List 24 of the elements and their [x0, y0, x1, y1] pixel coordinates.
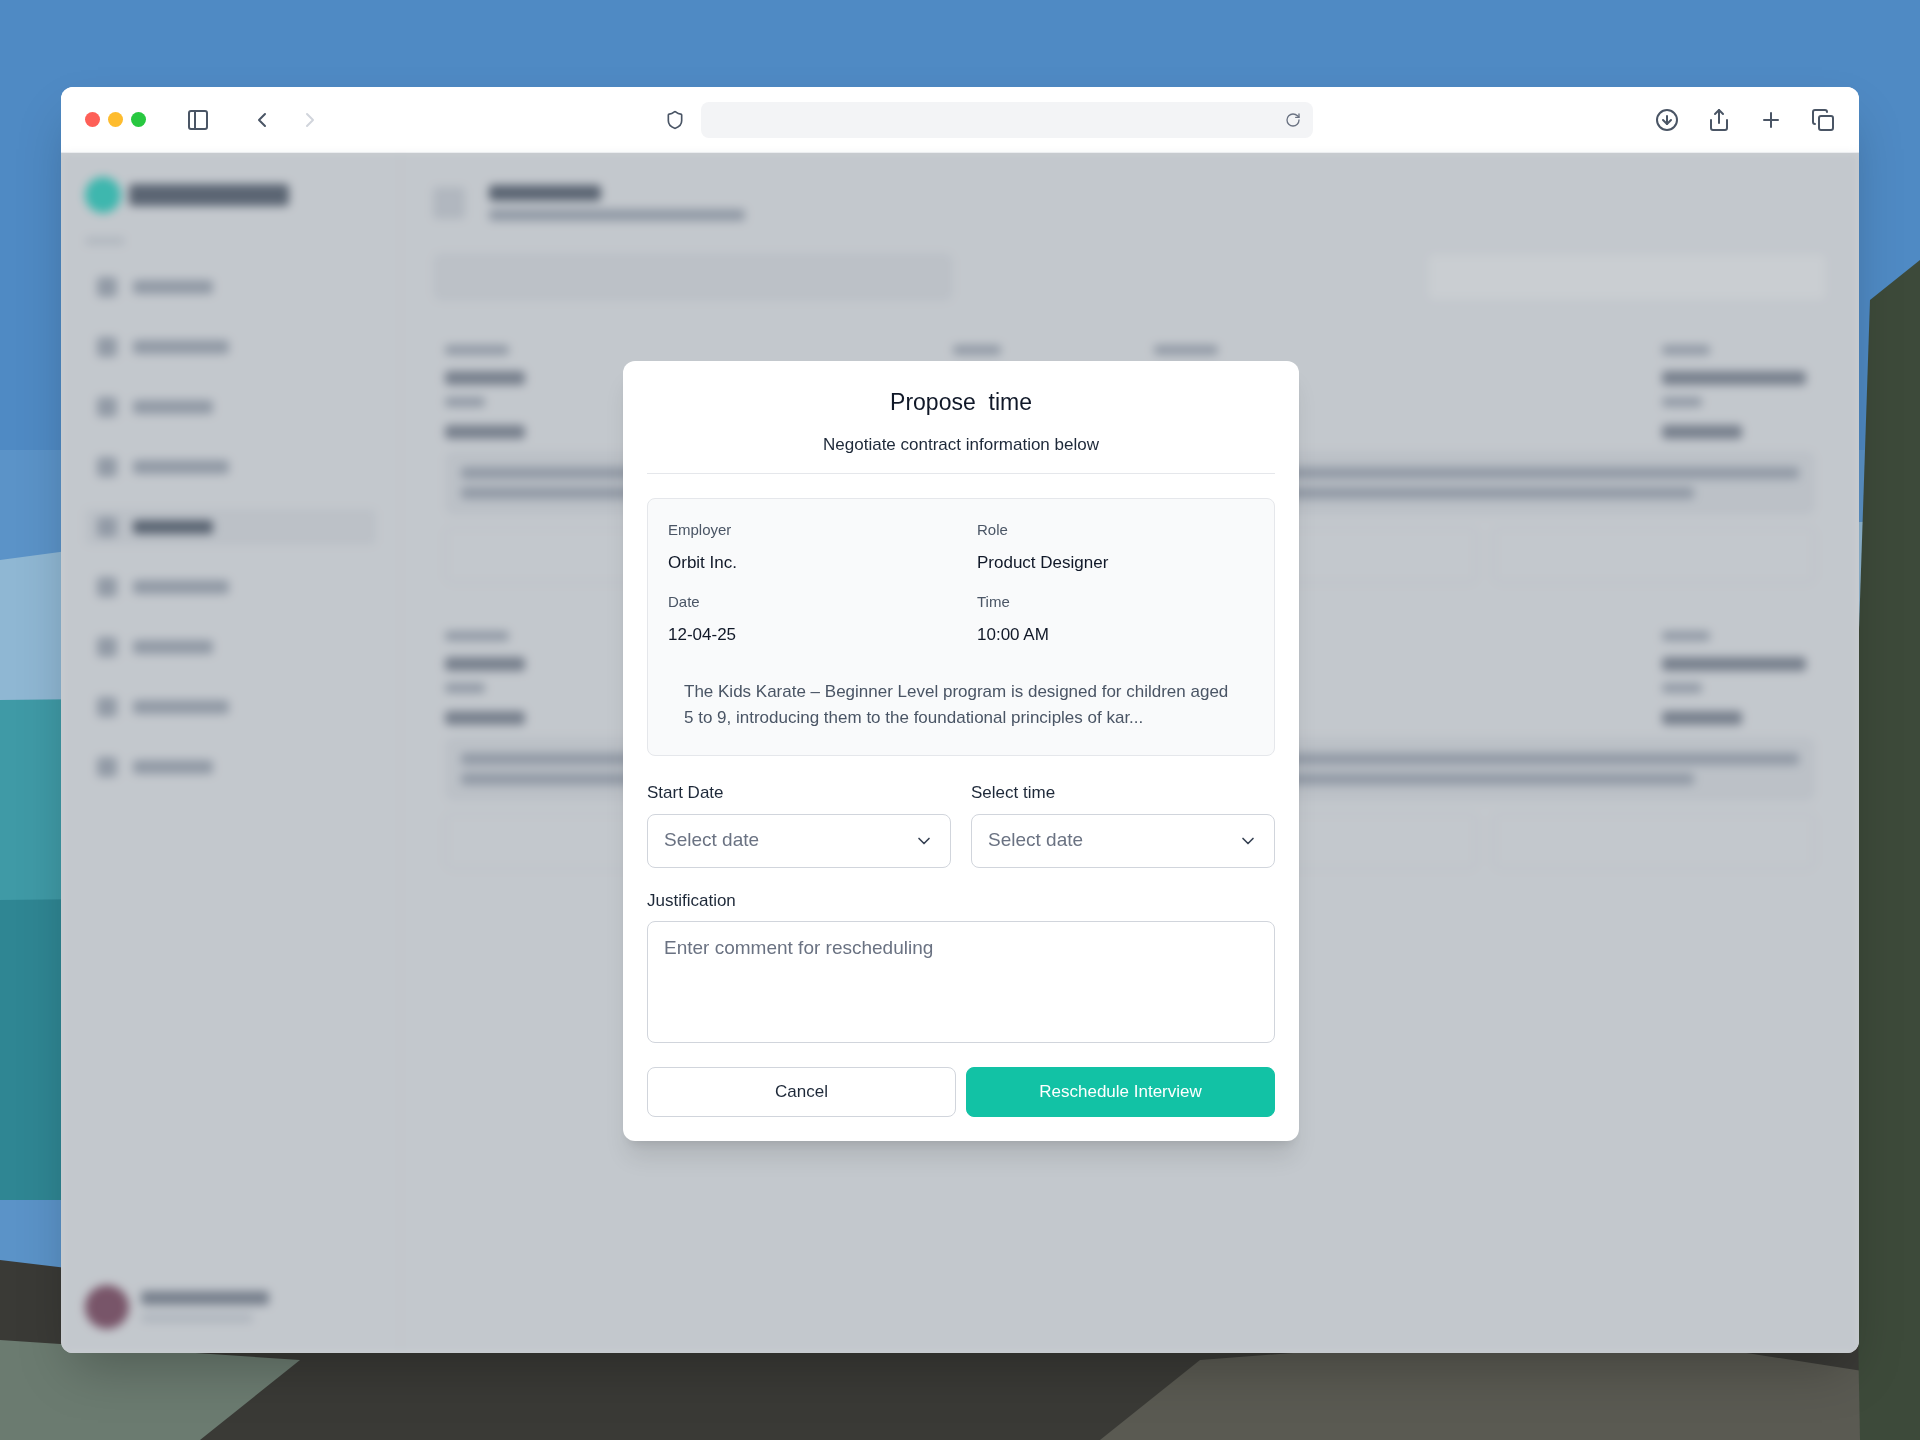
detail-value: 10:00 AM — [977, 623, 1050, 646]
tabs-overview-icon[interactable] — [1811, 107, 1835, 132]
field-label: Start Date — [647, 782, 725, 804]
detail-value: Orbit Inc. — [668, 551, 738, 574]
field-label: Select time — [971, 782, 1057, 804]
detail-value: 12-04-25 — [668, 623, 738, 646]
description-text: The Kids Karate – Beginner Level program is designed for children aged 5 to 9, introducing them to the foundational principles of kar... — [683, 681, 1230, 729]
dialog-title: Propose time — [889, 388, 1033, 417]
justification-field[interactable]: Enter comment for rescheduling — [647, 921, 1275, 1043]
share-icon[interactable] — [1707, 107, 1731, 132]
reload-icon[interactable] — [1284, 111, 1301, 128]
field-label: Justification — [647, 889, 737, 912]
cancel-button[interactable]: Cancel — [647, 1067, 956, 1117]
dialog-subtitle: Negotiate contract information below — [822, 433, 1100, 456]
detail-label: Date — [668, 592, 701, 612]
select-field[interactable]: Select date — [971, 813, 1275, 868]
select-field[interactable]: Select date — [647, 813, 951, 868]
detail-value: Product Designer — [977, 551, 1110, 574]
detail-label: Role — [977, 520, 1009, 540]
sidebar-toggle-icon[interactable] — [186, 107, 210, 132]
detail-label: Time — [977, 592, 1011, 612]
close-window-button[interactable] — [85, 112, 100, 127]
detail-label: Employer — [668, 520, 733, 540]
download-icon[interactable] — [1655, 107, 1679, 132]
